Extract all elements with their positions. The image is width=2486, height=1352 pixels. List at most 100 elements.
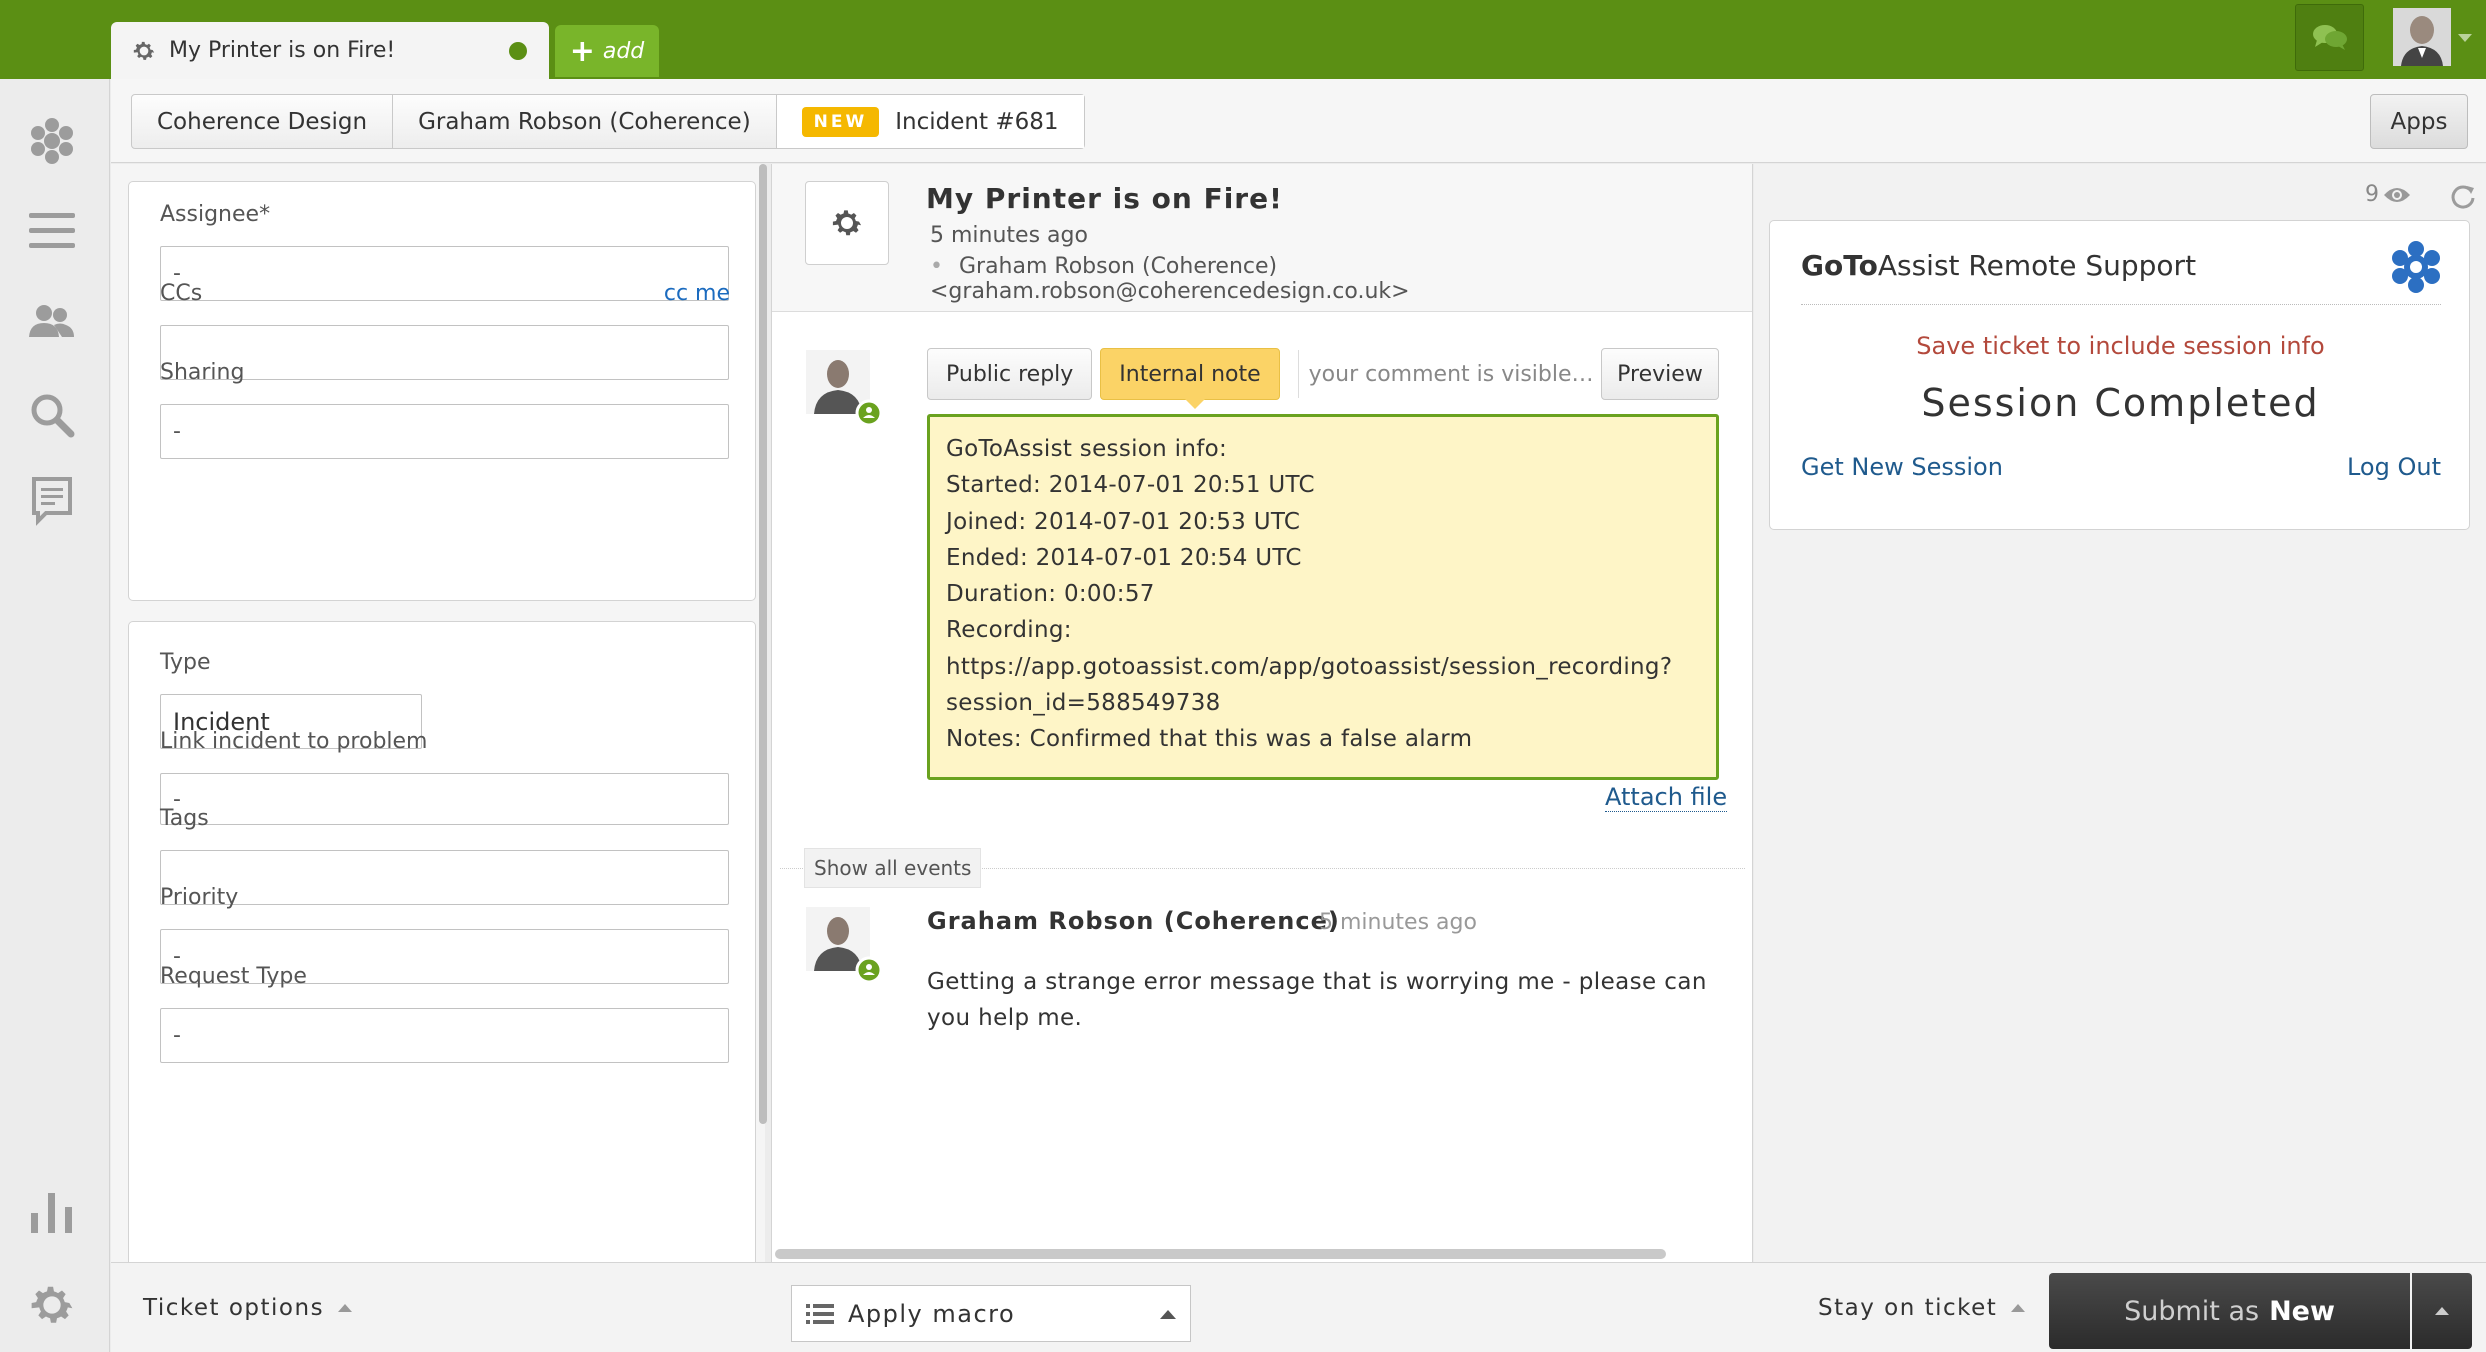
caret-up-icon xyxy=(1160,1310,1176,1319)
refresh-icon[interactable] xyxy=(2449,182,2477,210)
add-tab-button[interactable]: + add xyxy=(555,25,659,77)
admin-reports-icon[interactable] xyxy=(26,475,78,527)
attach-file-link[interactable]: Attach file xyxy=(1605,783,1728,812)
show-all-events-button[interactable]: Show all events xyxy=(804,848,982,888)
ccs-field[interactable] xyxy=(160,325,729,380)
request-type-field[interactable]: - xyxy=(160,1008,729,1063)
people-fields-box: Assignee* - CCs cc me Sharing - xyxy=(128,181,756,601)
ticket-options-label: Ticket options xyxy=(143,1295,325,1321)
apply-macro-dropdown[interactable]: Apply macro xyxy=(791,1285,1191,1342)
app-divider xyxy=(1801,304,2441,305)
status-badge: NEW xyxy=(801,106,880,137)
ticket-settings-button[interactable] xyxy=(805,181,889,265)
ticket-options-button[interactable]: Ticket options xyxy=(143,1295,353,1321)
requester-line: • Graham Robson (Coherence) <graham.robso… xyxy=(930,254,1752,304)
tags-field[interactable] xyxy=(160,850,729,905)
settings-gear-icon[interactable] xyxy=(26,1279,78,1331)
assignee-field[interactable]: - xyxy=(160,246,729,301)
plus-icon: + xyxy=(569,33,595,69)
stay-on-ticket-button[interactable]: Stay on ticket xyxy=(1818,1295,2026,1321)
cc-me-link[interactable]: cc me xyxy=(664,281,730,306)
save-ticket-message: Save ticket to include session info xyxy=(1916,332,2325,360)
top-bar: My Printer is on Fire! + add xyxy=(0,0,2486,79)
session-status: Session Completed xyxy=(1921,381,2320,425)
requester-text: Graham Robson (Coherence) <graham.robson… xyxy=(930,254,1410,304)
gear-icon xyxy=(832,210,862,236)
ticket-time: 5 minutes ago xyxy=(930,223,1088,248)
submit-prefix: Submit as xyxy=(2124,1295,2260,1327)
eye-icon xyxy=(2384,187,2410,202)
breadcrumb-ticket-label: Incident #681 xyxy=(895,108,1059,135)
conversation-panel: My Printer is on Fire! 5 minutes ago • Gr… xyxy=(771,164,1753,1262)
left-nav xyxy=(0,79,110,1352)
ticket-properties-panel: Assignee* - CCs cc me Sharing - Type Inc… xyxy=(111,164,765,1281)
caret-up-icon xyxy=(2011,1304,2026,1312)
link-problem-field[interactable]: - xyxy=(160,773,729,825)
comment-textarea[interactable]: GoToAssist session info: Started: 2014-0… xyxy=(927,414,1719,780)
get-new-session-link[interactable]: Get New Session xyxy=(1801,453,2003,481)
log-out-link[interactable]: Log Out xyxy=(2347,453,2441,481)
stay-on-ticket-label: Stay on ticket xyxy=(1818,1295,1998,1321)
note-line: Joined: 2014-07-01 20:53 UTC xyxy=(946,508,1301,535)
user-menu-caret-icon[interactable] xyxy=(2458,34,2472,42)
submit-options-button[interactable] xyxy=(2412,1273,2472,1349)
breadcrumb-requester[interactable]: Graham Robson (Coherence) xyxy=(393,95,777,148)
preview-button[interactable]: Preview xyxy=(1601,348,1719,400)
note-line: Started: 2014-07-01 20:51 UTC xyxy=(946,472,1315,499)
customers-icon[interactable] xyxy=(26,297,78,349)
user-avatar[interactable] xyxy=(2393,8,2451,66)
reporting-icon[interactable] xyxy=(26,1187,78,1239)
reply-mode-tabs: Public reply Internal note your comment … xyxy=(927,348,1599,409)
breadcrumb-organization[interactable]: Coherence Design xyxy=(132,95,394,148)
breadcrumb-ticket[interactable]: NEW Incident #681 xyxy=(776,95,1084,148)
apps-button[interactable]: Apps xyxy=(2370,94,2468,149)
properties-scrollbar[interactable] xyxy=(759,164,767,1124)
note-line: Recording: xyxy=(946,617,1072,644)
breadcrumb: Coherence Design Graham Robson (Coherenc… xyxy=(131,94,1085,149)
ticket-fields-box: Type Incident Link incident to problem -… xyxy=(128,621,756,1281)
gotoassist-app: GoToAssist Remote Support Save ticket to… xyxy=(1769,220,2470,530)
caret-up-icon xyxy=(2435,1307,2449,1315)
internal-note-tab[interactable]: Internal note xyxy=(1100,348,1280,409)
viewers-count: 9 xyxy=(2365,182,2411,207)
comment-body: Getting a strange error message that is … xyxy=(927,969,1707,1031)
sharing-field[interactable]: - xyxy=(160,404,729,459)
sharing-label: Sharing xyxy=(160,360,245,385)
zendesk-logo-icon[interactable] xyxy=(26,115,78,167)
note-line: Ended: 2014-07-01 20:54 UTC xyxy=(946,544,1302,571)
apply-macro-label: Apply macro xyxy=(848,1299,1016,1328)
breadcrumb-bar: Coherence Design Graham Robson (Coherenc… xyxy=(111,79,2486,163)
assignee-label: Assignee* xyxy=(160,202,271,227)
agent-avatar xyxy=(806,350,882,426)
app-title-brand: GoTo xyxy=(1801,249,1878,282)
note-line: GoToAssist session info: xyxy=(946,436,1228,462)
ticket-tab[interactable]: My Printer is on Fire! xyxy=(111,22,549,79)
comment-time: 5 minutes ago xyxy=(1319,910,1477,935)
chat-button[interactable] xyxy=(2295,4,2364,71)
submit-button[interactable]: Submit as New xyxy=(2049,1273,2410,1349)
ticket-header: My Printer is on Fire! 5 minutes ago • Gr… xyxy=(772,164,1752,312)
submit-status: New xyxy=(2269,1295,2335,1327)
bullet-icon: • xyxy=(930,254,943,279)
requester-avatar xyxy=(806,907,882,983)
caret-up-icon xyxy=(338,1304,353,1312)
views-list-icon[interactable] xyxy=(26,205,78,257)
search-icon[interactable] xyxy=(26,389,78,441)
ccs-label: CCs xyxy=(160,281,203,306)
gotoassist-logo-icon xyxy=(2392,241,2440,293)
priority-label: Priority xyxy=(160,885,239,910)
link-problem-label: Link incident to problem xyxy=(160,729,428,754)
list-icon xyxy=(806,1303,834,1324)
comment-author[interactable]: Graham Robson (Coherence) xyxy=(927,907,1340,935)
conversation-scrollbar[interactable] xyxy=(775,1249,1666,1259)
apps-panel: 9 GoToAssist Remote Support Save ticket … xyxy=(1754,164,2486,1262)
breadcrumb-organization-label: Coherence Design xyxy=(157,108,368,135)
public-reply-tab[interactable]: Public reply xyxy=(927,348,1093,400)
note-line: Notes: Confirmed that this was a false a… xyxy=(946,726,1473,753)
ticket-tab-title: My Printer is on Fire! xyxy=(169,38,396,63)
note-line: session_id=588549738 xyxy=(946,690,1221,717)
chat-bubbles-icon xyxy=(2312,24,2347,50)
request-type-label: Request Type xyxy=(160,964,307,989)
note-line: https://app.gotoassist.com/app/gotoassis… xyxy=(946,653,1673,680)
type-label: Type xyxy=(160,650,211,675)
